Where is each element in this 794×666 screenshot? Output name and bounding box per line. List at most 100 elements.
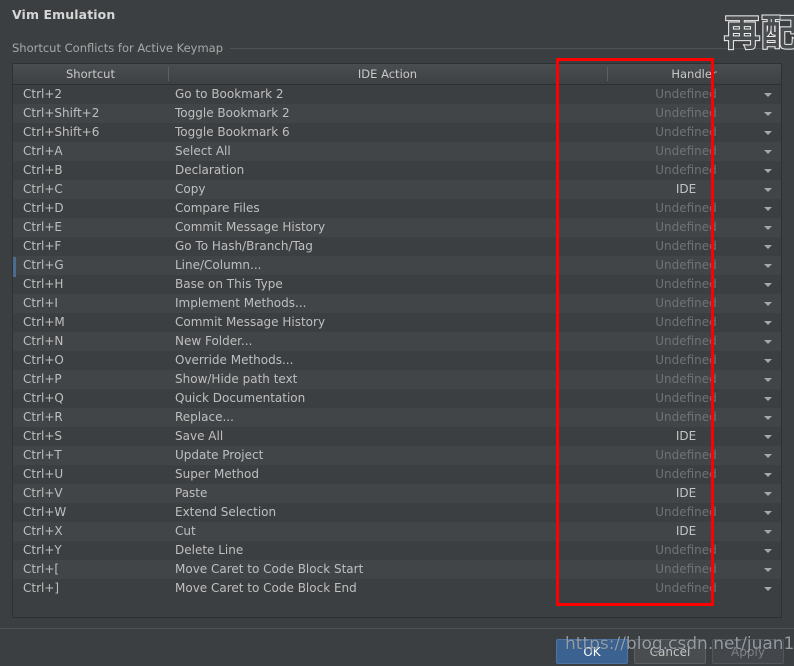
chevron-down-icon[interactable] xyxy=(764,320,772,325)
chevron-down-icon[interactable] xyxy=(764,92,772,97)
cell-ide-action: Super Method xyxy=(175,467,259,481)
table-row[interactable]: Ctrl+C Copy IDE xyxy=(13,180,781,199)
apply-button[interactable]: Apply xyxy=(712,639,784,664)
cell-handler-dropdown[interactable]: Undefined xyxy=(607,161,781,180)
cell-handler-dropdown[interactable]: Undefined xyxy=(607,541,781,560)
handler-value-label: Undefined xyxy=(655,448,717,462)
vertical-scrollbar-thumb[interactable] xyxy=(13,257,16,277)
chevron-down-icon[interactable] xyxy=(764,339,772,344)
cell-shortcut: Ctrl+] xyxy=(23,581,60,595)
table-row[interactable]: Ctrl+] Move Caret to Code Block End Undefi… xyxy=(13,579,781,598)
table-row[interactable]: Ctrl+E Commit Message History Undefined xyxy=(13,218,781,237)
chevron-down-icon[interactable] xyxy=(764,358,772,363)
cell-handler-dropdown[interactable]: Undefined xyxy=(607,465,781,484)
table-row[interactable]: Ctrl+U Super Method Undefined xyxy=(13,465,781,484)
cell-shortcut: Ctrl+Y xyxy=(23,543,62,557)
chevron-down-icon[interactable] xyxy=(764,263,772,268)
cell-handler-dropdown[interactable]: Undefined xyxy=(607,142,781,161)
cell-handler-dropdown[interactable]: Undefined xyxy=(607,560,781,579)
cell-ide-action: Go To Hash/Branch/Tag xyxy=(175,239,313,253)
chevron-down-icon[interactable] xyxy=(764,415,772,420)
chevron-down-icon[interactable] xyxy=(764,453,772,458)
cancel-button[interactable]: Cancel xyxy=(634,639,706,664)
chevron-down-icon[interactable] xyxy=(764,586,772,591)
table-row[interactable]: Ctrl+H Base on This Type Undefined xyxy=(13,275,781,294)
cell-handler-dropdown[interactable]: Undefined xyxy=(607,218,781,237)
column-header-handler[interactable]: Handler xyxy=(607,64,781,84)
cell-shortcut: Ctrl+F xyxy=(23,239,62,253)
cell-handler-dropdown[interactable]: Undefined xyxy=(607,256,781,275)
cell-ide-action: Base on This Type xyxy=(175,277,283,291)
chevron-down-icon[interactable] xyxy=(764,244,772,249)
table-row[interactable]: Ctrl+Y Delete Line Undefined xyxy=(13,541,781,560)
table-row[interactable]: Ctrl+X Cut IDE xyxy=(13,522,781,541)
table-row[interactable]: Ctrl+S Save All IDE xyxy=(13,427,781,446)
column-header-ide-action[interactable]: IDE Action xyxy=(168,64,607,84)
cell-handler-dropdown[interactable]: Undefined xyxy=(607,503,781,522)
table-row[interactable]: Ctrl+D Compare Files Undefined xyxy=(13,199,781,218)
table-row[interactable]: Ctrl+P Show/Hide path text Undefined xyxy=(13,370,781,389)
table-row[interactable]: Ctrl+W Extend Selection Undefined xyxy=(13,503,781,522)
chevron-down-icon[interactable] xyxy=(764,301,772,306)
cell-ide-action: Quick Documentation xyxy=(175,391,306,405)
table-row[interactable]: Ctrl+Shift+6 Toggle Bookmark 6 Undefined xyxy=(13,123,781,142)
cell-handler-dropdown[interactable]: Undefined xyxy=(607,408,781,427)
cell-ide-action: Toggle Bookmark 6 xyxy=(175,125,290,139)
cell-handler-dropdown[interactable]: Undefined xyxy=(607,123,781,142)
table-row[interactable]: Ctrl+T Update Project Undefined xyxy=(13,446,781,465)
table-row[interactable]: Ctrl+Q Quick Documentation Undefined xyxy=(13,389,781,408)
cell-handler-dropdown[interactable]: Undefined xyxy=(607,446,781,465)
chevron-down-icon[interactable] xyxy=(764,225,772,230)
cell-handler-dropdown[interactable]: Undefined xyxy=(607,351,781,370)
chevron-down-icon[interactable] xyxy=(764,396,772,401)
ok-button[interactable]: OK xyxy=(556,639,628,664)
cell-handler-dropdown[interactable]: Undefined xyxy=(607,332,781,351)
chevron-down-icon[interactable] xyxy=(764,434,772,439)
cell-handler-dropdown[interactable]: Undefined xyxy=(607,313,781,332)
cell-handler-dropdown[interactable]: Undefined xyxy=(607,389,781,408)
column-header-shortcut[interactable]: Shortcut xyxy=(13,64,168,84)
table-row[interactable]: Ctrl+G Line/Column... Undefined xyxy=(13,256,781,275)
table-row[interactable]: Ctrl+O Override Methods... Undefined xyxy=(13,351,781,370)
chevron-down-icon[interactable] xyxy=(764,567,772,572)
table-row[interactable]: Ctrl+M Commit Message History Undefined xyxy=(13,313,781,332)
table-row[interactable]: Ctrl+I Implement Methods... Undefined xyxy=(13,294,781,313)
cell-handler-dropdown[interactable]: IDE xyxy=(607,522,781,541)
table-row[interactable]: Ctrl+N New Folder... Undefined xyxy=(13,332,781,351)
chevron-down-icon[interactable] xyxy=(764,282,772,287)
chevron-down-icon[interactable] xyxy=(764,510,772,515)
table-row[interactable]: Ctrl+A Select All Undefined xyxy=(13,142,781,161)
chevron-down-icon[interactable] xyxy=(764,206,772,211)
table-row[interactable]: Ctrl+R Replace... Undefined xyxy=(13,408,781,427)
table-row[interactable]: Ctrl+V Paste IDE xyxy=(13,484,781,503)
chevron-down-icon[interactable] xyxy=(764,168,772,173)
cell-handler-dropdown[interactable]: Undefined xyxy=(607,370,781,389)
chevron-down-icon[interactable] xyxy=(764,529,772,534)
table-row[interactable]: Ctrl+[Move Caret to Code Block Start Unde… xyxy=(13,560,781,579)
chevron-down-icon[interactable] xyxy=(764,472,772,477)
chevron-down-icon[interactable] xyxy=(764,491,772,496)
cell-handler-dropdown[interactable]: Undefined xyxy=(607,85,781,104)
table-row[interactable]: Ctrl+F Go To Hash/Branch/Tag Undefined xyxy=(13,237,781,256)
cell-handler-dropdown[interactable]: Undefined xyxy=(607,275,781,294)
cell-handler-dropdown[interactable]: IDE xyxy=(607,427,781,446)
chevron-down-icon[interactable] xyxy=(764,377,772,382)
chevron-down-icon[interactable] xyxy=(764,187,772,192)
chevron-down-icon[interactable] xyxy=(764,548,772,553)
cell-handler-dropdown[interactable]: Undefined xyxy=(607,199,781,218)
cell-handler-dropdown[interactable]: Undefined xyxy=(607,104,781,123)
table-row[interactable]: Ctrl+B Declaration Undefined xyxy=(13,161,781,180)
cell-handler-dropdown[interactable]: IDE xyxy=(607,484,781,503)
cell-handler-dropdown[interactable]: Undefined xyxy=(607,294,781,313)
chevron-down-icon[interactable] xyxy=(764,111,772,116)
chevron-down-icon[interactable] xyxy=(764,149,772,154)
table-row[interactable]: Ctrl+Shift+2 Toggle Bookmark 2 Undefined xyxy=(13,104,781,123)
handler-value-label: IDE xyxy=(675,429,697,443)
cell-handler-dropdown[interactable]: IDE xyxy=(607,180,781,199)
chevron-down-icon[interactable] xyxy=(764,130,772,135)
cell-handler-dropdown[interactable]: Undefined xyxy=(607,579,781,598)
cell-ide-action: Paste xyxy=(175,486,208,500)
table-row[interactable]: Ctrl+2 Go to Bookmark 2 Undefined xyxy=(13,85,781,104)
cell-handler-dropdown[interactable]: Undefined xyxy=(607,237,781,256)
cell-shortcut: Ctrl+N xyxy=(23,334,64,348)
